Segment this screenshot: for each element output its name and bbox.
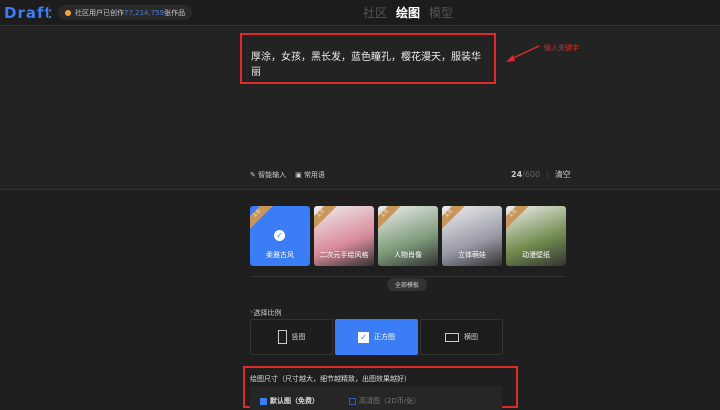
common-words-button[interactable]: ▣ 常用语 — [295, 170, 325, 180]
ratio-square[interactable]: ✓ 正方图 — [335, 319, 418, 355]
ratio-label: 横图 — [464, 333, 478, 341]
template-label: 立体萌娃 — [458, 251, 486, 259]
template-label: 柔雅古风 — [266, 251, 294, 259]
stats-count: 77,214,759 — [124, 8, 165, 17]
clear-button[interactable]: 清空 — [555, 170, 571, 179]
smart-input-button[interactable]: ✎ 智能输入 — [250, 170, 286, 180]
landscape-icon — [445, 332, 459, 342]
template-label: 二次元手绘风格 — [319, 251, 369, 259]
prompt-tools: ✎ 智能输入 ▣ 常用语 — [250, 170, 325, 180]
portrait-icon — [277, 330, 287, 344]
prompt-input[interactable]: 厚涂，女孩，黑长发，蓝色瞳孔，樱花漫天，服装华丽 — [240, 33, 496, 84]
logo[interactable]: Draft — [4, 4, 53, 22]
template-card[interactable]: 1.0 动漫壁纸 — [506, 206, 566, 266]
all-templates-button[interactable]: 全部模板 — [387, 278, 428, 291]
template-card[interactable]: 1.0 人物肖像 — [378, 206, 438, 266]
common-words-label: 常用语 — [303, 171, 325, 179]
community-stats: 社区用户已创作 77,214,759 张作品 — [58, 5, 193, 20]
checkbox-checked-icon: ✓ — [358, 331, 369, 343]
check-icon: ✓ — [274, 230, 285, 241]
size-default[interactable]: 默认图（免费） — [260, 396, 319, 410]
count-value: 24 — [511, 170, 523, 179]
ratio-label: 正方图 — [374, 333, 395, 341]
stats-prefix: 社区用户已创作 — [75, 8, 124, 17]
tab-community[interactable]: 社区 — [363, 4, 387, 21]
main-nav: 社区 绘图 模型 — [363, 4, 453, 21]
template-card[interactable]: 1.0 立体萌娃 — [442, 206, 502, 266]
ratio-title-text: 选择比例 — [253, 309, 282, 317]
size-hd[interactable]: 高清图（2D币/张） — [349, 396, 420, 410]
coin-icon — [65, 9, 71, 16]
version-badge: 1.0 — [314, 206, 340, 232]
version-badge: 1.0 — [506, 206, 532, 232]
size-label: 高清图（2D币/张） — [359, 397, 421, 405]
char-count: 24/600 | 清空 — [511, 170, 571, 179]
divider — [48, 6, 49, 20]
tab-draw[interactable]: 绘图 — [396, 4, 420, 21]
version-badge: 1.0 — [250, 206, 276, 232]
template-card[interactable]: 1.0 ✓ 柔雅古风 — [250, 206, 310, 266]
top-bar: Draft 社区用户已创作 77,214,759 张作品 社区 绘图 模型 — [0, 0, 720, 26]
size-title: 绘图尺寸（尺寸越大，细节越精致，出图效果越好） — [250, 375, 411, 383]
stats-suffix: 张作品 — [164, 8, 186, 17]
template-list: 1.0 ✓ 柔雅古风 1.0 二次元手绘风格 1.0 人物肖像 1.0 立体萌娃 1.0 动漫壁纸 — [250, 206, 566, 266]
template-card[interactable]: 1.0 二次元手绘风格 — [314, 206, 374, 266]
annotation-label: 输入关键字 — [544, 44, 579, 52]
size-label: 默认图（免费） — [270, 397, 319, 405]
template-label: 动漫壁纸 — [522, 251, 550, 259]
checkbox-checked-icon — [260, 397, 267, 405]
version-badge: 1.0 — [442, 206, 468, 232]
version-badge: 1.0 — [378, 206, 404, 232]
ratio-options: 竖图 ✓ 正方图 横图 — [250, 319, 503, 355]
template-label: 人物肖像 — [394, 251, 422, 259]
arrow-annotation-icon — [506, 45, 540, 62]
count-max: /600 — [522, 170, 541, 179]
smart-input-label: 智能输入 — [258, 171, 287, 179]
ratio-landscape[interactable]: 横图 — [420, 319, 503, 355]
tab-model[interactable]: 模型 — [429, 4, 453, 21]
size-options: 默认图（免费） 高清图（2D币/张） — [250, 386, 502, 410]
checkbox-icon — [349, 397, 356, 405]
ratio-label: 竖图 — [291, 333, 306, 341]
ratio-title: *选择比例 — [250, 309, 282, 317]
divider — [250, 276, 566, 277]
ratio-portrait[interactable]: 竖图 — [250, 319, 333, 355]
